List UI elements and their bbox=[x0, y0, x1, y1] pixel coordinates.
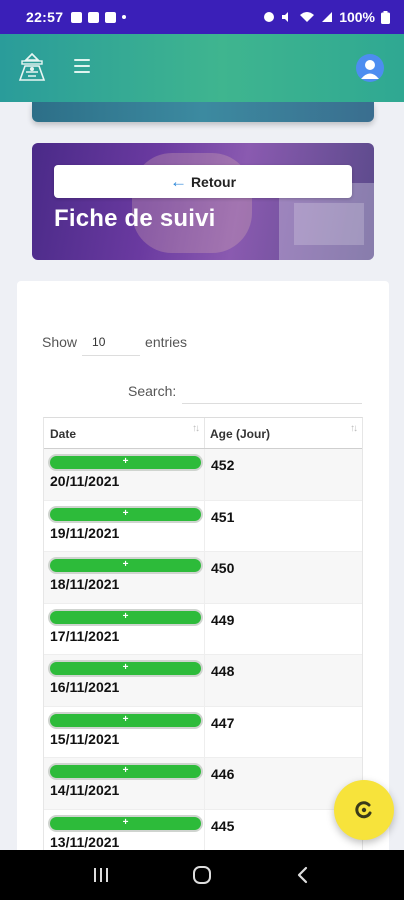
hero-photo-keyboard bbox=[294, 203, 364, 245]
back-button-label: Retour bbox=[190, 173, 237, 190]
table-row: + 17/11/2021 449 bbox=[44, 603, 362, 655]
refresh-fab[interactable] bbox=[334, 780, 394, 840]
date-value: 17/11/2021 bbox=[50, 627, 120, 644]
school-logo-icon[interactable] bbox=[16, 52, 48, 84]
status-bar: 22:57 100% bbox=[0, 0, 404, 34]
back-button[interactable]: ← Retour bbox=[54, 165, 352, 198]
column-header-age[interactable]: Age (Jour) ↑↓ bbox=[205, 418, 362, 448]
expand-row-button[interactable]: + bbox=[48, 505, 203, 523]
refresh-icon bbox=[355, 801, 372, 819]
date-cell: + 18/11/2021 bbox=[44, 552, 205, 603]
age-value: 449 bbox=[211, 611, 235, 628]
date-value: 20/11/2021 bbox=[50, 473, 120, 489]
expand-row-button[interactable]: + bbox=[48, 660, 203, 677]
table-row: + 13/11/2021 445 bbox=[44, 809, 362, 850]
hamburger-icon[interactable] bbox=[74, 59, 90, 73]
age-value: 447 bbox=[211, 714, 235, 731]
age-value: 452 bbox=[211, 457, 235, 473]
system-nav-bar bbox=[0, 850, 404, 900]
column-label-age: Age (Jour) bbox=[210, 427, 270, 441]
table-row: + 16/11/2021 448 bbox=[44, 655, 362, 707]
table-row: + 15/11/2021 447 bbox=[44, 706, 362, 758]
alarm-icon bbox=[264, 12, 275, 22]
date-value: 13/11/2021 bbox=[50, 833, 120, 850]
date-value: 15/11/2021 bbox=[50, 730, 120, 747]
recent-apps-icon[interactable] bbox=[81, 855, 121, 895]
entries-control: Show 10 entries bbox=[42, 328, 187, 356]
sort-icon: ↑↓ bbox=[192, 423, 200, 434]
expand-row-button[interactable]: + bbox=[48, 557, 203, 574]
date-value: 19/11/2021 bbox=[50, 524, 120, 541]
system-icons: 100% bbox=[263, 9, 390, 25]
table-row: + 19/11/2021 451 bbox=[44, 500, 362, 552]
signal-icon bbox=[322, 12, 333, 22]
age-value: 450 bbox=[211, 560, 235, 576]
age-value: 448 bbox=[211, 663, 235, 679]
age-value: 451 bbox=[211, 508, 235, 525]
notification-icons bbox=[71, 11, 127, 23]
gallery-icon bbox=[71, 11, 83, 23]
expand-row-button[interactable]: + bbox=[48, 814, 203, 832]
dot-icon bbox=[122, 15, 127, 19]
battery-percent: 100% bbox=[339, 9, 375, 25]
date-value: 18/11/2021 bbox=[50, 576, 120, 592]
main-content: ← Retour Fiche de suivi Show 10 entries … bbox=[0, 102, 404, 850]
data-table-panel: Show 10 entries Search: Date ↑↓ Age (Jou… bbox=[17, 281, 389, 850]
date-value: 16/11/2021 bbox=[50, 679, 120, 695]
expand-row-button[interactable]: + bbox=[48, 763, 203, 780]
expand-row-button[interactable]: + bbox=[48, 608, 203, 626]
search-input[interactable] bbox=[182, 377, 363, 404]
date-value: 14/11/2021 bbox=[50, 782, 120, 798]
date-cell: + 19/11/2021 bbox=[44, 500, 205, 551]
table-row: + 20/11/2021 452 bbox=[44, 449, 362, 501]
show-label: Show bbox=[42, 334, 78, 350]
app-header bbox=[0, 34, 404, 102]
facebook-icon bbox=[105, 11, 117, 23]
status-time: 22:57 bbox=[26, 9, 64, 25]
date-cell: + 13/11/2021 bbox=[44, 809, 205, 850]
table-header: Date ↑↓ Age (Jour) ↑↓ bbox=[44, 418, 362, 449]
battery-icon bbox=[381, 10, 390, 24]
entries-select[interactable]: 10 bbox=[82, 328, 141, 356]
date-cell: + 20/11/2021 bbox=[44, 449, 205, 500]
user-avatar-icon[interactable] bbox=[356, 54, 384, 82]
date-cell: + 17/11/2021 bbox=[44, 603, 205, 654]
expand-row-button[interactable]: + bbox=[48, 711, 203, 729]
previous-card bbox=[32, 102, 374, 122]
hero-banner: ← Retour Fiche de suivi bbox=[32, 143, 374, 260]
column-header-date[interactable]: Date ↑↓ bbox=[44, 418, 205, 448]
column-label-date: Date bbox=[50, 427, 77, 441]
table-row: + 14/11/2021 446 bbox=[44, 758, 362, 810]
expand-row-button[interactable]: + bbox=[48, 454, 203, 471]
sort-icon: ↑↓ bbox=[350, 423, 358, 434]
arrow-left-icon: ← bbox=[169, 172, 187, 191]
date-cell: + 16/11/2021 bbox=[44, 655, 205, 706]
page-title: Fiche de suivi bbox=[54, 205, 216, 232]
table-row: + 18/11/2021 450 bbox=[44, 552, 362, 604]
entries-label: entries bbox=[145, 334, 188, 350]
back-icon[interactable] bbox=[283, 855, 323, 895]
facebook-icon bbox=[88, 11, 100, 23]
data-table: Date ↑↓ Age (Jour) ↑↓ + 20/11/2021 452 + bbox=[43, 417, 363, 850]
wifi-icon bbox=[300, 12, 315, 22]
date-cell: + 14/11/2021 bbox=[44, 758, 205, 809]
search-label: Search: bbox=[128, 382, 177, 399]
home-icon[interactable] bbox=[182, 855, 222, 895]
search-control: Search: bbox=[128, 377, 363, 404]
date-cell: + 15/11/2021 bbox=[44, 706, 205, 757]
mute-icon bbox=[282, 12, 289, 22]
